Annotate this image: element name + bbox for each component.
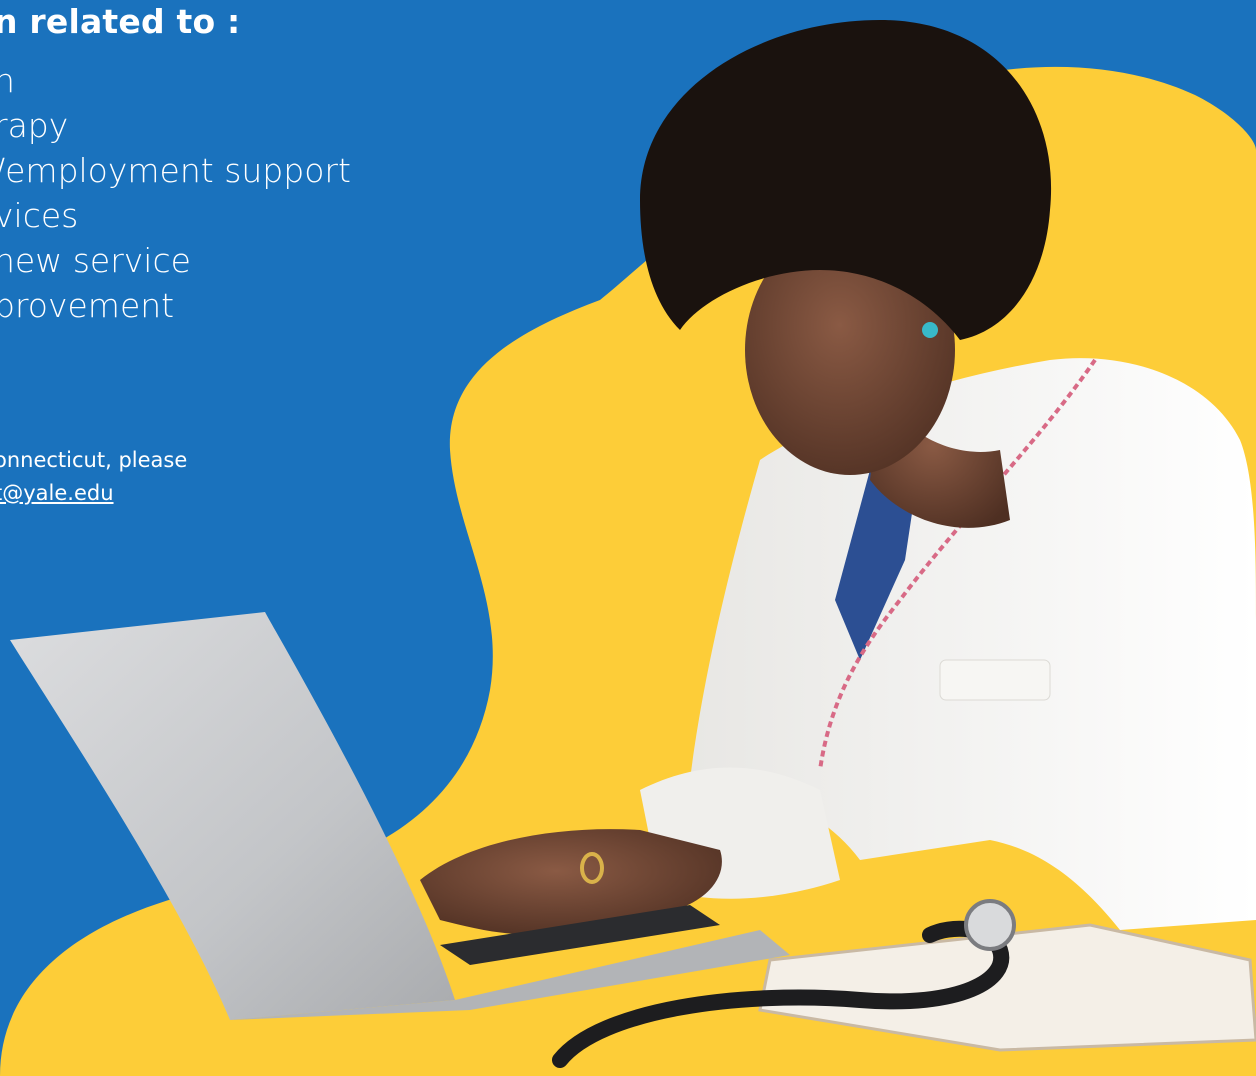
topic-item: /employment support xyxy=(0,151,351,190)
contact-info: onnecticut, please t@yale.edu xyxy=(0,444,187,510)
stethoscope-chestpiece xyxy=(964,899,1016,951)
coat-pocket xyxy=(939,659,1051,701)
topic-list: n rapy /employment support vices new ser… xyxy=(0,58,351,328)
contact-line: onnecticut, please xyxy=(0,448,188,472)
contact-email-link[interactable]: t@yale.edu xyxy=(0,481,114,505)
topic-item: rapy xyxy=(0,106,69,145)
topic-item: new service xyxy=(0,241,191,280)
topic-item: vices xyxy=(0,196,79,235)
topic-item: n xyxy=(0,61,15,100)
section-heading: n related to : xyxy=(0,2,241,41)
topic-item: provement xyxy=(0,286,175,325)
earring xyxy=(922,322,938,338)
